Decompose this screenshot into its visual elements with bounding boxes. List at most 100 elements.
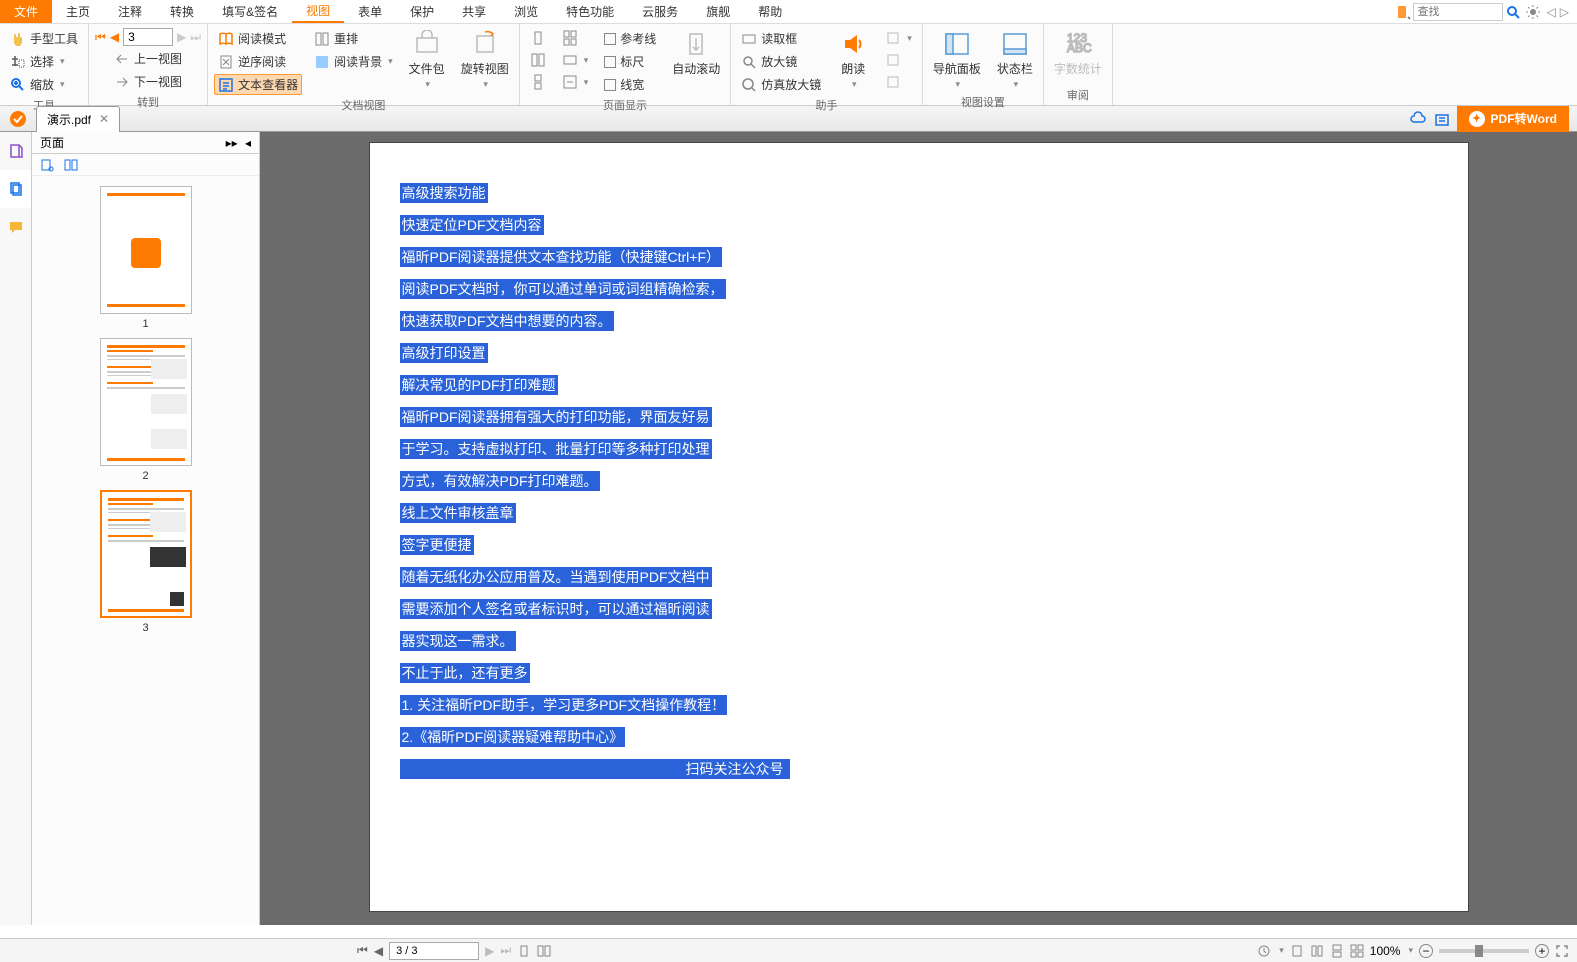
nav-collapse-left-icon[interactable]: ▸▸ (226, 136, 238, 150)
nav-prev-icon[interactable]: ◁ (1547, 5, 1556, 19)
menu-cloud[interactable]: 云服务 (628, 0, 692, 23)
text-line[interactable]: 于学习。支持虚拟打印、批量打印等多种打印处理 (400, 439, 712, 459)
status-history-icon[interactable] (1257, 944, 1271, 958)
fullscreen-icon[interactable] (1555, 944, 1569, 958)
page-layout-3[interactable] (526, 72, 550, 92)
text-line[interactable]: 需要添加个人签名或者标识时，可以通过福昕阅读 (400, 599, 712, 619)
menu-convert[interactable]: 转换 (156, 0, 208, 23)
text-line[interactable]: 高级打印设置 (400, 343, 488, 363)
zoom-tool-button[interactable]: 缩放▾ (6, 74, 82, 95)
wordcount-button[interactable]: 123ABC字数统计 (1050, 28, 1106, 85)
page-layout-5[interactable]: ▾ (558, 50, 593, 70)
bookmark-search-icon[interactable] (1395, 4, 1411, 20)
status-layout-icon-1[interactable] (517, 944, 531, 958)
menu-home[interactable]: 主页 (52, 0, 104, 23)
search-icon[interactable] (1505, 4, 1521, 20)
document-canvas[interactable]: 高级搜索功能 快速定位PDF文档内容 福昕PDF阅读器提供文本查找功能（快捷键C… (260, 132, 1577, 925)
fake-magnifier-button[interactable]: 仿真放大镜 (737, 74, 825, 95)
text-line[interactable]: 方式，有效解决PDF打印难题。 (400, 471, 600, 491)
menu-form[interactable]: 表单 (344, 0, 396, 23)
text-line[interactable]: 快速获取PDF文档中想要的内容。 (400, 311, 614, 331)
menu-view[interactable]: 视图 (292, 0, 344, 23)
text-line[interactable]: 快速定位PDF文档内容 (400, 215, 544, 235)
text-line[interactable]: 器实现这一需求。 (400, 631, 516, 651)
typewriter-button[interactable]: 读取框 (737, 28, 825, 49)
thumbnail-1[interactable]: 1 (100, 186, 192, 330)
hand-tool-button[interactable]: 手型工具 (6, 28, 82, 49)
status-prev-page-icon[interactable]: ◀ (374, 944, 383, 958)
page-layout-2[interactable] (526, 50, 550, 70)
assistant-extra-3[interactable] (881, 72, 916, 92)
document-tab[interactable]: 演示.pdf ✕ (36, 106, 120, 132)
menu-protect[interactable]: 保护 (396, 0, 448, 23)
page-layout-6[interactable]: ▾ (558, 72, 593, 92)
text-line[interactable]: 1. 关注福昕PDF助手，学习更多PDF文档操作教程！ (400, 695, 728, 715)
text-line[interactable]: 线上文件审核盖章 (400, 503, 516, 523)
menu-flagship[interactable]: 旗舰 (692, 0, 744, 23)
nav-tool-thumb-icon[interactable] (40, 158, 54, 172)
prev-view-button[interactable]: 上一视图 (110, 48, 186, 69)
status-view-icon-1[interactable] (1290, 944, 1304, 958)
text-line[interactable]: 福昕PDF阅读器提供文本查找功能（快捷键Ctrl+F） (400, 247, 723, 267)
read-bg-button[interactable]: 阅读背景▾ (310, 51, 397, 72)
reorg-button[interactable]: 重排 (310, 28, 397, 49)
close-tab-icon[interactable]: ✕ (99, 112, 109, 126)
thumbnail-3[interactable]: 3 (100, 490, 192, 634)
text-line[interactable]: 不止于此，还有更多 (400, 663, 530, 683)
first-page-icon[interactable]: ⏮ (95, 30, 106, 45)
nav-collapse-icon[interactable]: ◂ (245, 136, 251, 150)
text-viewer-button[interactable]: 文本查看器 (214, 74, 302, 95)
select-tool-button[interactable]: 选择▾ (6, 51, 82, 72)
file-bag-button[interactable]: 文件包▾ (405, 28, 449, 95)
status-bar-button[interactable]: 状态栏▾ (993, 28, 1037, 92)
search-input[interactable] (1413, 3, 1503, 21)
app-home-icon[interactable] (0, 110, 36, 128)
next-view-button[interactable]: 下一视图 (110, 71, 186, 92)
settings-icon[interactable] (1525, 4, 1541, 20)
ruler-checkbox[interactable]: 标尺 (600, 51, 660, 72)
cloud-icon[interactable] (1409, 110, 1427, 128)
nav-next-icon[interactable]: ▷ (1560, 5, 1569, 19)
sidestrip-comments[interactable] (0, 208, 31, 246)
status-view-icon-2[interactable] (1310, 944, 1324, 958)
linewidth-checkbox[interactable]: 线宽 (600, 74, 660, 95)
page-layout-1[interactable] (526, 28, 550, 48)
zoom-out-icon[interactable]: − (1419, 944, 1433, 958)
next-page-icon[interactable]: ▶ (177, 30, 186, 44)
menu-help[interactable]: 帮助 (744, 0, 796, 23)
menu-share[interactable]: 共享 (448, 0, 500, 23)
menu-file[interactable]: 文件 (0, 0, 52, 23)
prev-page-icon[interactable]: ◀ (110, 30, 119, 44)
status-first-page-icon[interactable]: ⏮ (357, 943, 368, 958)
guides-checkbox[interactable]: 参考线 (600, 28, 660, 49)
nav-tool-pages-icon[interactable] (64, 158, 78, 172)
autoscroll-button[interactable]: 自动滚动 (668, 28, 724, 95)
menu-feature[interactable]: 特色功能 (552, 0, 628, 23)
status-last-page-icon[interactable]: ⏭ (500, 943, 511, 958)
page-layout-4[interactable] (558, 28, 593, 48)
last-page-icon[interactable]: ⏭ (190, 30, 201, 45)
page-number-input[interactable] (123, 28, 173, 46)
sidestrip-pages[interactable] (0, 170, 31, 208)
menu-fillsign[interactable]: 填写&签名 (208, 0, 292, 23)
sidestrip-bookmark[interactable] (0, 132, 31, 170)
text-line[interactable]: 福昕PDF阅读器拥有强大的打印功能，界面友好易 (400, 407, 712, 427)
rotate-view-button[interactable]: 旋转视图▾ (457, 28, 513, 95)
magnifier-button[interactable]: 放大镜 (737, 51, 825, 72)
status-page-input[interactable] (389, 942, 479, 960)
text-line[interactable]: 阅读PDF文档时，你可以通过单词或词组精确检索， (400, 279, 726, 299)
menu-annotate[interactable]: 注释 (104, 0, 156, 23)
qr-label-line[interactable]: 扫码关注公众号 (400, 759, 790, 779)
reverse-read-button[interactable]: 逆序阅读 (214, 51, 302, 72)
status-next-page-icon[interactable]: ▶ (485, 944, 494, 958)
menu-browse[interactable]: 浏览 (500, 0, 552, 23)
assistant-extra-2[interactable] (881, 50, 916, 70)
status-view-icon-3[interactable] (1330, 944, 1344, 958)
zoom-slider[interactable] (1439, 949, 1529, 953)
zoom-in-icon[interactable]: + (1535, 944, 1549, 958)
pdf-to-word-button[interactable]: ✦ PDF转Word (1457, 106, 1569, 132)
read-aloud-button[interactable]: 朗读▾ (833, 28, 873, 95)
text-line[interactable]: 高级搜索功能 (400, 183, 488, 203)
sync-icon[interactable] (1433, 110, 1451, 128)
text-line[interactable]: 2.《福昕PDF阅读器疑难帮助中心》 (400, 727, 626, 747)
